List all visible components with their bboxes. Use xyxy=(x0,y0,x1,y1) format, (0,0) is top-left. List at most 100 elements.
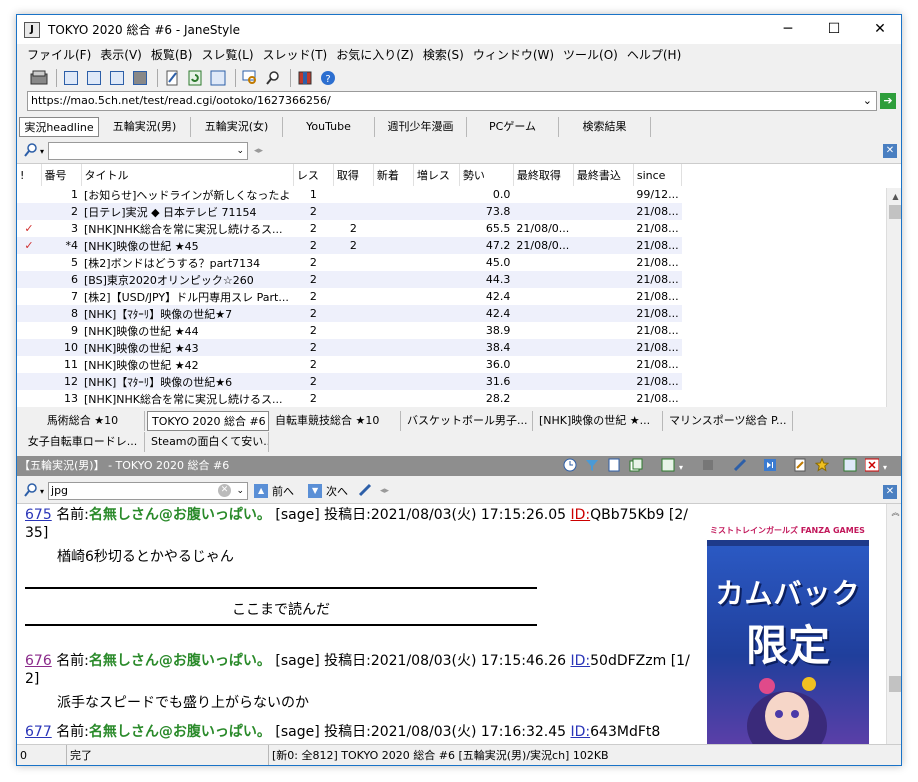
highlight-pen-icon[interactable] xyxy=(358,483,372,500)
document-icon[interactable] xyxy=(607,458,623,474)
menu-search[interactable]: 検索(S) xyxy=(423,46,464,63)
tab-weekly-manga[interactable]: 週刊少年漫画 xyxy=(375,117,467,137)
table-row[interactable]: 11 [NHK]映像の世紀 ★42 2 36.0 21/08... xyxy=(17,356,682,373)
address-input[interactable]: https://mao.5ch.net/test/read.cgi/ootoko… xyxy=(27,91,877,111)
prev-button[interactable]: ▲ 前へ xyxy=(254,483,294,499)
next-button[interactable]: ▼ 次へ xyxy=(308,483,348,499)
tab-search-results[interactable]: 検索結果 xyxy=(559,117,651,137)
book-icon[interactable] xyxy=(295,68,315,88)
thread-tab-active[interactable]: TOKYO 2020 総合 #6 xyxy=(147,411,269,431)
board-list-icon[interactable] xyxy=(29,68,49,88)
col-number[interactable]: 番号 xyxy=(41,164,82,186)
memo-icon[interactable] xyxy=(793,458,809,474)
close-filter-icon[interactable]: ✕ xyxy=(883,144,897,158)
col-last-get[interactable]: 最終取得 xyxy=(513,164,574,186)
address-dropdown-icon[interactable]: ⌄ xyxy=(863,92,872,110)
scroll-up-icon[interactable]: ︽ xyxy=(887,504,901,521)
table-row[interactable]: 2 [日テレ]実況 ◆ 日本テレビ 71154 2 73.8 21/08... xyxy=(17,203,682,220)
table-row[interactable]: ✓ *4 [NHK]映像の世紀 ★45 2 2 47.2 21/08/0... 21/08..… xyxy=(17,237,682,254)
star-icon[interactable] xyxy=(814,457,831,474)
minimize-button[interactable]: ─ xyxy=(765,15,811,44)
thread-tab[interactable]: バスケットボール男子... xyxy=(403,411,533,431)
thread-view-scrollbar[interactable]: ︽ xyxy=(886,504,901,744)
stop-icon[interactable] xyxy=(701,458,717,474)
clear-icon[interactable]: ✕ xyxy=(218,484,232,497)
menu-thread[interactable]: スレッド(T) xyxy=(263,46,328,63)
post-id-label[interactable]: ID: xyxy=(571,724,591,740)
copy-icon[interactable] xyxy=(629,458,645,474)
tab-pc-games[interactable]: PCゲーム xyxy=(467,117,559,137)
col-since[interactable]: since xyxy=(633,164,683,186)
col-last-post[interactable]: 最終書込 xyxy=(573,164,634,186)
scroll-thumb[interactable] xyxy=(889,205,901,219)
splitter-handle[interactable]: ◂▸ xyxy=(380,486,389,496)
table-row[interactable]: 1 [お知らせ]ヘッドラインが新しくなったよ 1 0.0 99/12... xyxy=(17,186,682,203)
post-number-link[interactable]: 677 xyxy=(25,724,52,740)
thread-tab[interactable]: 自転車競技総合 ★10 xyxy=(271,411,401,431)
chevron-down-icon[interactable]: ⌄ xyxy=(236,483,244,499)
post-id[interactable]: 50dDFZzm xyxy=(590,653,666,669)
menu-tools[interactable]: ツール(O) xyxy=(563,46,618,63)
table-row[interactable]: 7 [株2]【USD/JPY】ドル円専用スレ Part... 2 42.4 21/08.… xyxy=(17,288,682,305)
thread-tab[interactable]: Steamの面白くて安い... xyxy=(147,432,269,452)
layout-3-icon[interactable] xyxy=(107,68,127,88)
scroll-up-icon[interactable]: ▲ xyxy=(887,188,901,205)
reload-icon[interactable] xyxy=(661,458,677,474)
refresh-icon[interactable] xyxy=(185,68,205,88)
splitter-handle[interactable]: ◂▸ xyxy=(254,146,263,156)
col-mark[interactable]: ! xyxy=(17,164,42,186)
search-icon[interactable] xyxy=(23,142,39,161)
view-search-input[interactable]: jpg ✕ ⌄ xyxy=(48,482,249,500)
post-id-label[interactable]: ID: xyxy=(571,507,591,523)
maximize-button[interactable]: ☐ xyxy=(811,15,857,44)
thread-tab[interactable]: [NHK]映像の世紀 ★... xyxy=(535,411,663,431)
table-row[interactable]: 6 [BS]東京2020オリンピック☆260 2 44.3 21/08... xyxy=(17,271,682,288)
dropdown-icon[interactable]: ▾ xyxy=(883,458,899,474)
help-icon[interactable]: ? xyxy=(318,68,338,88)
dropdown-icon[interactable]: ▾ xyxy=(40,487,44,496)
col-title[interactable]: タイトル xyxy=(81,164,294,186)
tab-olympics-women[interactable]: 五輪実況(女) xyxy=(191,117,283,137)
table-row[interactable]: ✓ 3 [NHK]NHK総合を常に実況し続けるス... 2 2 65.5 21/08/0..… xyxy=(17,220,682,237)
pen-icon[interactable] xyxy=(733,458,749,474)
layout-4-icon[interactable] xyxy=(130,68,150,88)
scroll-thumb[interactable] xyxy=(889,676,901,692)
table-row[interactable]: 5 [株2]ボンドはどうする？part7134 2 45.0 21/08... xyxy=(17,254,682,271)
post-number-link[interactable]: 675 xyxy=(25,507,52,523)
jump-end-icon[interactable] xyxy=(763,458,779,474)
post-id-label[interactable]: ID: xyxy=(571,653,591,669)
post-id[interactable]: QBb75Kb9 xyxy=(590,507,664,523)
find-icon[interactable] xyxy=(240,68,260,88)
menu-window[interactable]: ウィンドウ(W) xyxy=(473,46,554,63)
thread-list-scrollbar[interactable]: ▲ xyxy=(886,188,901,407)
table-row[interactable]: 12 [NHK]【ﾏﾀｰﾘ】映像の世紀★6 2 31.6 21/08... xyxy=(17,373,682,390)
dropdown-icon[interactable]: ▾ xyxy=(679,458,695,474)
tab-headline[interactable]: 実況headline xyxy=(19,117,99,137)
close-window-button[interactable]: ✕ xyxy=(857,15,901,44)
thread-tab[interactable]: マリンスポーツ総合 P... xyxy=(665,411,793,431)
ad-banner[interactable]: ミストトレインガールズ FANZA GAMES カムバック 限定 xyxy=(707,522,869,744)
close-search-icon[interactable]: ✕ xyxy=(883,485,897,499)
col-new[interactable]: 新着 xyxy=(373,164,414,186)
post-id[interactable]: 643MdFt8 xyxy=(590,724,660,740)
thread-tab[interactable]: 馬術総合 ★10 xyxy=(17,411,145,431)
go-button[interactable]: ➔ xyxy=(880,93,896,109)
write-icon[interactable] xyxy=(162,68,182,88)
filter-icon[interactable] xyxy=(585,458,601,474)
menu-help[interactable]: ヘルプ(H) xyxy=(627,46,681,63)
table-row[interactable]: 9 [NHK]映像の世紀 ★44 2 38.9 21/08... xyxy=(17,322,682,339)
search-icon[interactable] xyxy=(263,68,283,88)
close-tab-icon[interactable] xyxy=(864,458,881,474)
menu-favorites[interactable]: お気に入り(Z) xyxy=(336,46,414,63)
col-got[interactable]: 取得 xyxy=(333,164,374,186)
col-speed[interactable]: 勢い xyxy=(459,164,514,186)
layout-1-icon[interactable] xyxy=(61,68,81,88)
layout-2-icon[interactable] xyxy=(84,68,104,88)
tools-icon[interactable] xyxy=(843,458,859,474)
thread-tab[interactable]: 女子自転車ロードレ... xyxy=(17,432,145,452)
search-icon[interactable] xyxy=(23,482,39,501)
post-number-link[interactable]: 676 xyxy=(25,653,52,669)
table-row[interactable]: 10 [NHK]映像の世紀 ★43 2 38.4 21/08... xyxy=(17,339,682,356)
table-row[interactable]: 8 [NHK]【ﾏﾀｰﾘ】映像の世紀★7 2 42.4 21/08... xyxy=(17,305,682,322)
table-row[interactable]: 13 [NHK]NHK総合を常に実況し続けるス... 2 28.2 21/08... xyxy=(17,390,682,407)
